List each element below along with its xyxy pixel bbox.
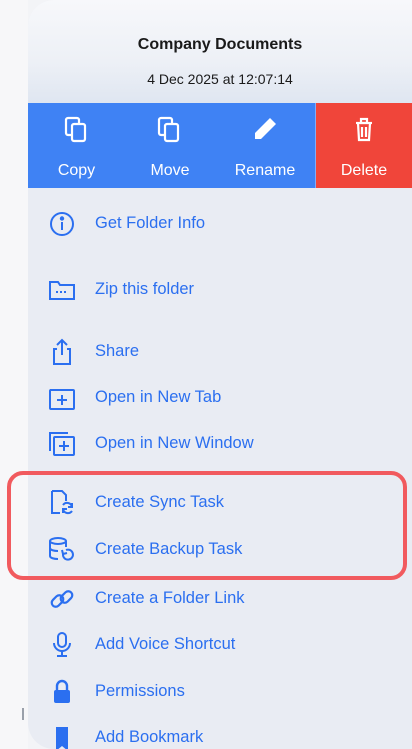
underlying-view-edge <box>0 0 28 749</box>
menu-item-label: Create Sync Task <box>95 493 225 511</box>
menu-item-label: Add Bookmark <box>95 728 204 746</box>
context-menu: Company Documents 4 Dec 2025 at 12:07:14… <box>28 0 412 749</box>
copy-icon <box>28 115 125 145</box>
zip-folder-icon <box>48 276 76 304</box>
menu-item-label: Get Folder Info <box>95 214 206 232</box>
move-button[interactable]: Move <box>125 103 215 188</box>
backup-task-icon <box>48 536 76 564</box>
action-bar: Copy Move Rename Delete <box>28 103 412 188</box>
sync-task-icon <box>48 489 76 517</box>
pencil-icon <box>215 115 315 145</box>
new-tab-icon <box>48 384 76 412</box>
menu-item-label: Create a Folder Link <box>95 589 245 607</box>
move-label: Move <box>150 162 190 179</box>
menu-item-open-new-window[interactable]: Open in New Window <box>28 424 412 464</box>
menu-item-label: Open in New Window <box>95 434 254 452</box>
menu-item-create-sync-task[interactable]: Create Sync Task <box>28 483 412 523</box>
menu-item-label: Add Voice Shortcut <box>95 635 236 653</box>
link-icon <box>48 585 76 613</box>
menu-item-zip-folder[interactable]: Zip this folder <box>28 270 412 310</box>
microphone-icon <box>48 631 76 659</box>
trash-icon <box>316 115 412 145</box>
rename-label: Rename <box>234 162 296 179</box>
copy-label: Copy <box>57 162 96 179</box>
info-icon <box>48 210 76 238</box>
menu-item-label: Zip this folder <box>95 280 195 298</box>
delete-button[interactable]: Delete <box>316 103 412 188</box>
menu-item-open-new-tab[interactable]: Open in New Tab <box>28 378 412 418</box>
new-window-icon <box>48 430 76 458</box>
share-icon <box>48 338 76 366</box>
menu-item-add-voice-shortcut[interactable]: Add Voice Shortcut <box>28 625 412 665</box>
menu-item-get-folder-info[interactable]: Get Folder Info <box>28 204 412 244</box>
menu-item-permissions[interactable]: Permissions <box>28 672 412 712</box>
move-icon <box>125 115 215 145</box>
copy-button[interactable]: Copy <box>28 103 125 188</box>
menu-item-create-backup-task[interactable]: Create Backup Task <box>28 530 412 570</box>
bookmark-icon <box>48 724 76 749</box>
menu-item-label: Permissions <box>95 682 185 700</box>
lock-icon <box>48 678 76 706</box>
delete-label: Delete <box>340 162 388 179</box>
folder-date: 4 Dec 2025 at 12:07:14 <box>147 71 293 87</box>
menu-item-label: Create Backup Task <box>95 540 243 558</box>
edge-mark <box>22 708 24 720</box>
menu-header: Company Documents 4 Dec 2025 at 12:07:14 <box>28 0 412 103</box>
menu-item-label: Open in New Tab <box>95 388 222 406</box>
folder-title: Company Documents <box>137 36 303 53</box>
rename-button[interactable]: Rename <box>215 103 316 188</box>
menu-item-label: Share <box>95 342 140 360</box>
menu-item-share[interactable]: Share <box>28 332 412 372</box>
menu-item-create-folder-link[interactable]: Create a Folder Link <box>28 579 412 619</box>
menu-item-add-bookmark[interactable]: Add Bookmark <box>28 718 412 749</box>
